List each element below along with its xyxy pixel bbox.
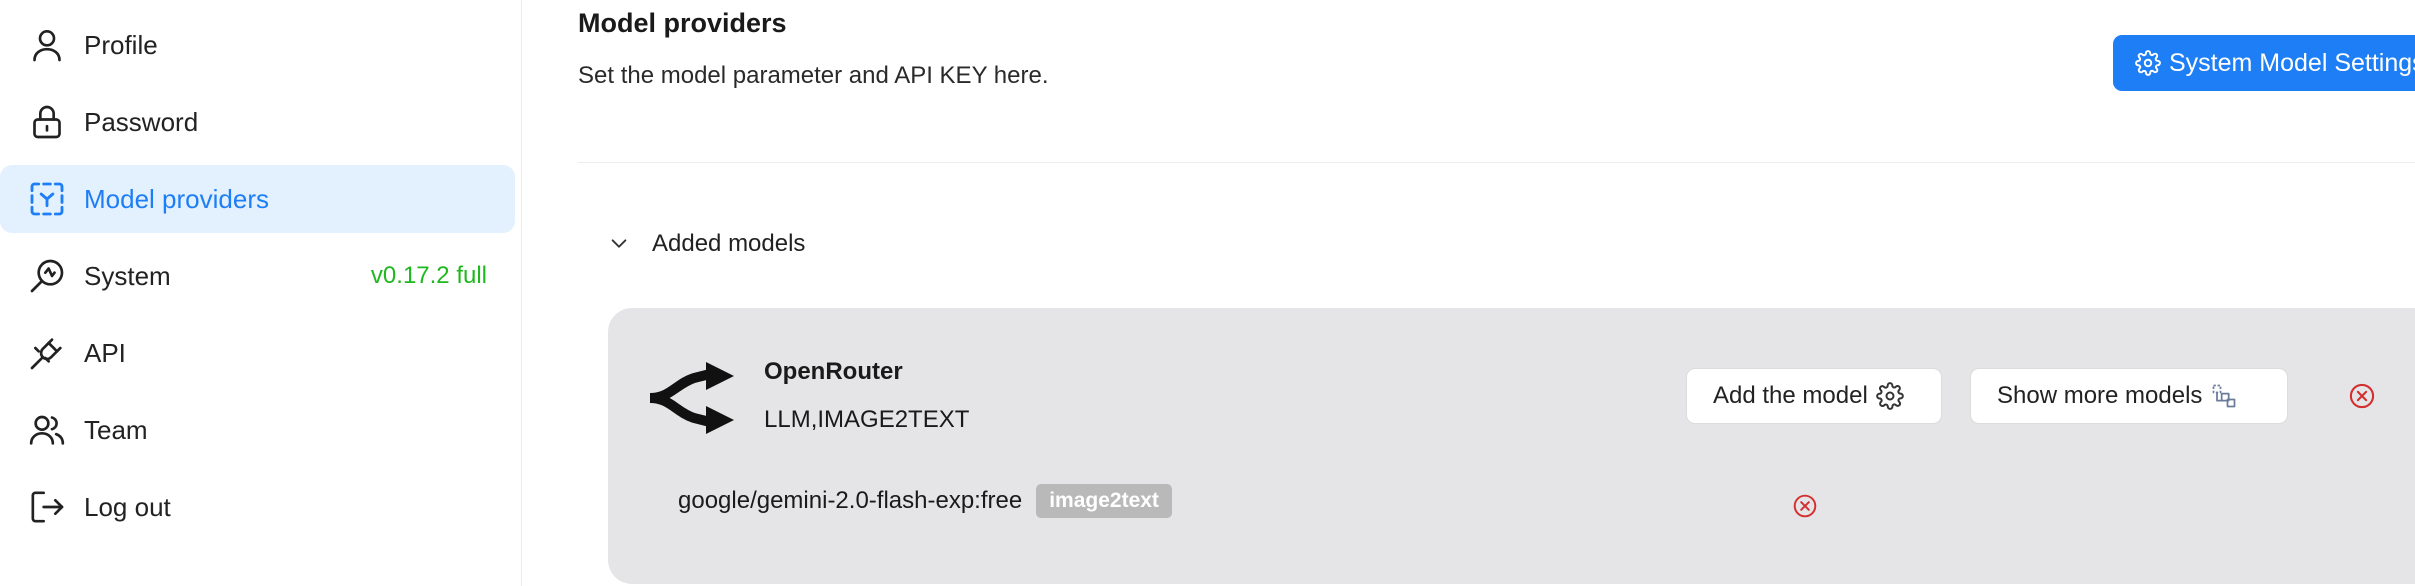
sidebar-item-label: Profile	[84, 29, 158, 60]
plug-icon	[26, 332, 68, 374]
sidebar-item-team[interactable]: Team	[0, 396, 515, 464]
model-providers-icon	[26, 178, 68, 220]
logout-icon	[26, 486, 68, 528]
model-row: google/gemini-2.0-flash-exp:free image2t…	[678, 484, 1172, 518]
sidebar: Profile Password Model providers System …	[0, 0, 522, 586]
lock-icon	[26, 101, 68, 143]
models-grid-icon	[2202, 382, 2238, 410]
sidebar-item-profile[interactable]: Profile	[0, 11, 515, 79]
add-model-label: Add the model	[1713, 382, 1868, 409]
sidebar-item-label: System	[84, 260, 171, 291]
provider-card: OpenRouter LLM,IMAGE2TEXT Add the model …	[608, 308, 2415, 584]
system-model-settings-button[interactable]: System Model Settings	[2113, 35, 2415, 91]
page-description: Set the model parameter and API KEY here…	[578, 62, 1049, 89]
model-name: google/gemini-2.0-flash-exp:free	[678, 487, 1023, 514]
sidebar-item-label: Model providers	[84, 183, 269, 214]
sidebar-item-label: Log out	[84, 491, 171, 522]
page-title: Model providers	[578, 8, 787, 38]
provider-tags: LLM,IMAGE2TEXT	[764, 406, 970, 433]
added-models-toggle[interactable]: Added models	[608, 230, 805, 258]
sidebar-item-label: Password	[84, 106, 199, 137]
main-content: Model providers Set the model parameter …	[522, 0, 2415, 586]
added-models-label: Added models	[652, 230, 806, 257]
sidebar-item-label: Team	[84, 414, 148, 445]
sidebar-item-logout[interactable]: Log out	[0, 473, 515, 541]
show-more-models-label: Show more models	[1997, 382, 2203, 409]
gear-icon	[2135, 50, 2169, 76]
system-icon	[26, 255, 68, 297]
system-model-settings-label: System Model Settings	[2169, 48, 2415, 77]
add-model-button[interactable]: Add the model	[1686, 368, 1942, 424]
openrouter-logo-icon	[649, 362, 734, 434]
provider-name: OpenRouter	[764, 358, 903, 385]
model-type-badge: image2text	[1036, 484, 1172, 518]
version-label: v0.17.2 full	[370, 262, 487, 289]
delete-model-icon[interactable]	[1792, 493, 1818, 519]
sidebar-item-label: API	[84, 337, 126, 368]
gear-icon	[1868, 382, 1904, 410]
divider	[578, 162, 2415, 163]
sidebar-item-password[interactable]: Password	[0, 88, 515, 156]
show-more-models-button[interactable]: Show more models	[1970, 368, 2288, 424]
sidebar-item-api[interactable]: API	[0, 319, 515, 387]
sidebar-item-system[interactable]: System v0.17.2 full	[0, 242, 515, 310]
team-icon	[26, 409, 68, 451]
sidebar-item-model-providers[interactable]: Model providers	[0, 165, 515, 233]
chevron-down-icon	[608, 233, 630, 255]
delete-provider-icon[interactable]	[2348, 382, 2376, 410]
user-icon	[26, 24, 68, 66]
